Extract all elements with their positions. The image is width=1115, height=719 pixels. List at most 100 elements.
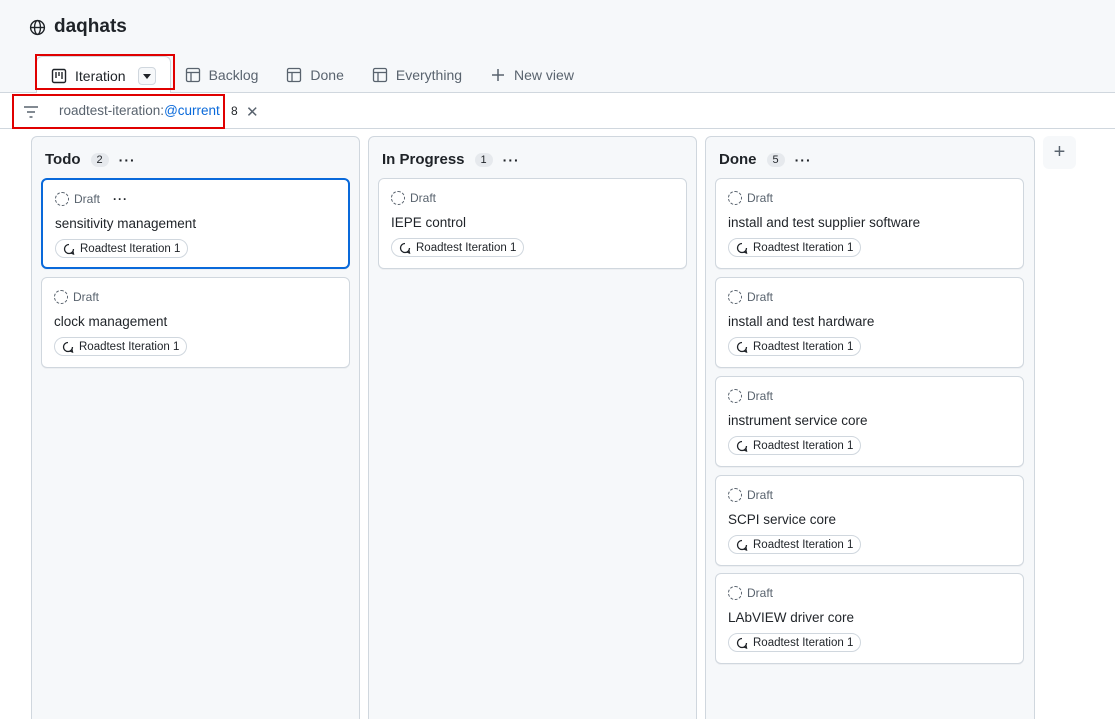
column-title: Done (719, 151, 757, 168)
draft-icon (728, 389, 742, 403)
card-status: Draft (391, 191, 436, 205)
status-label: Draft (747, 191, 774, 205)
column-title: In Progress (382, 151, 465, 168)
iteration-icon (736, 440, 748, 452)
card-menu-button[interactable]: ··· (113, 192, 128, 206)
card[interactable]: Draft SCPI service core Roadtest Iterati… (715, 475, 1024, 566)
status-label: Draft (747, 389, 774, 403)
tab-backlog[interactable]: Backlog (171, 56, 273, 93)
tab-label: Everything (395, 66, 463, 83)
card-title[interactable]: instrument service core (728, 413, 868, 428)
chip-label: Roadtest Iteration 1 (80, 242, 181, 255)
iteration-chip[interactable]: Roadtest Iteration 1 (728, 436, 862, 455)
iteration-chip[interactable]: Roadtest Iteration 1 (54, 337, 188, 356)
status-label: Draft (73, 290, 100, 304)
filter-value: @current (164, 103, 220, 118)
card-status: Draft (728, 586, 773, 600)
card-title[interactable]: install and test supplier software (728, 215, 920, 230)
chip-label: Roadtest Iteration 1 (753, 439, 854, 452)
iteration-icon (736, 242, 748, 254)
tab-everything[interactable]: Everything (358, 56, 476, 93)
chip-label: Roadtest Iteration 1 (753, 241, 854, 254)
card-title[interactable]: sensitivity management (55, 216, 196, 231)
new-view-button[interactable]: New view (476, 56, 588, 93)
project-header: daqhats Iteration Backlog Done Everythin… (0, 0, 1115, 94)
table-icon (287, 67, 302, 82)
iteration-icon (736, 637, 748, 649)
card-status: Draft (54, 290, 99, 304)
card-title[interactable]: SCPI service core (728, 512, 836, 527)
card-status: Draft (728, 488, 773, 502)
column-count: 5 (766, 152, 785, 167)
column-menu-button[interactable]: ··· (503, 152, 520, 168)
card[interactable]: Draft instrument service core Roadtest I… (715, 376, 1024, 467)
card[interactable]: Draft IEPE control Roadtest Iteration 1 (378, 178, 687, 269)
chip-label: Roadtest Iteration 1 (753, 538, 854, 551)
card[interactable]: Draft install and test supplier software… (715, 178, 1024, 269)
draft-icon (55, 192, 69, 206)
draft-icon (728, 191, 742, 205)
chip-label: Roadtest Iteration 1 (753, 636, 854, 649)
clear-filter-button[interactable]: ✕ (246, 103, 259, 121)
iteration-chip[interactable]: Roadtest Iteration 1 (728, 535, 862, 554)
column-count: 1 (474, 152, 493, 167)
tab-iteration[interactable]: Iteration (36, 56, 171, 94)
status-label: Draft (747, 586, 774, 600)
status-label: Draft (74, 192, 101, 206)
card-status: Draft ··· (55, 192, 128, 206)
board-icon (51, 68, 67, 83)
card[interactable]: Draft LAbVIEW driver core Roadtest Itera… (715, 573, 1024, 664)
column-done: Done 5 ··· Draft install and test suppli… (705, 136, 1035, 719)
tab-label: Done (310, 66, 344, 83)
project-title: daqhats (29, 16, 127, 38)
filter-input[interactable]: roadtest-iteration:@current (59, 103, 220, 118)
plus-icon (492, 68, 505, 81)
tab-done[interactable]: Done (272, 56, 357, 93)
filter-result-count: 8 (231, 104, 238, 118)
chip-label: Roadtest Iteration 1 (416, 241, 517, 254)
status-label: Draft (747, 488, 774, 502)
draft-icon (728, 488, 742, 502)
status-label: Draft (410, 191, 437, 205)
iteration-chip[interactable]: Roadtest Iteration 1 (728, 633, 862, 652)
board: Todo 2 ··· Draft ··· sensitivity managem… (0, 129, 1115, 719)
iteration-chip[interactable]: Roadtest Iteration 1 (55, 239, 189, 258)
card[interactable]: Draft clock management Roadtest Iteratio… (41, 277, 350, 368)
draft-icon (728, 586, 742, 600)
draft-icon (391, 191, 405, 205)
status-label: Draft (747, 290, 774, 304)
draft-icon (54, 290, 68, 304)
iteration-chip[interactable]: Roadtest Iteration 1 (728, 337, 862, 356)
iteration-chip[interactable]: Roadtest Iteration 1 (391, 238, 525, 257)
card-status: Draft (728, 290, 773, 304)
filter-bar: roadtest-iteration:@current 8 ✕ (0, 93, 1115, 129)
chip-label: Roadtest Iteration 1 (753, 340, 854, 353)
card-status: Draft (728, 389, 773, 403)
card-title[interactable]: install and test hardware (728, 314, 874, 329)
card[interactable]: Draft ··· sensitivity management Roadtes… (41, 178, 350, 269)
add-column-button[interactable]: + (1043, 136, 1076, 169)
triangle-down-icon (142, 73, 151, 79)
card-title[interactable]: clock management (54, 314, 167, 329)
iteration-icon (62, 341, 74, 353)
globe-icon (29, 19, 46, 35)
column-header: Todo 2 ··· (45, 151, 136, 168)
column-header: Done 5 ··· (719, 151, 812, 168)
iteration-icon (736, 539, 748, 551)
iteration-chip[interactable]: Roadtest Iteration 1 (728, 238, 862, 257)
card-title[interactable]: LAbVIEW driver core (728, 610, 854, 625)
table-icon (372, 67, 388, 82)
card-status: Draft (728, 191, 773, 205)
tab-label: Backlog (208, 66, 259, 83)
column-menu-button[interactable]: ··· (119, 152, 136, 168)
filter-key: roadtest-iteration: (59, 103, 165, 118)
chip-label: Roadtest Iteration 1 (79, 340, 180, 353)
draft-icon (728, 290, 742, 304)
view-options-button[interactable] (137, 66, 156, 85)
card[interactable]: Draft install and test hardware Roadtest… (715, 277, 1024, 368)
filter-icon[interactable] (23, 105, 39, 119)
iteration-icon (399, 242, 411, 254)
column-menu-button[interactable]: ··· (795, 152, 812, 168)
card-title[interactable]: IEPE control (391, 215, 466, 230)
column-count: 2 (90, 152, 109, 167)
